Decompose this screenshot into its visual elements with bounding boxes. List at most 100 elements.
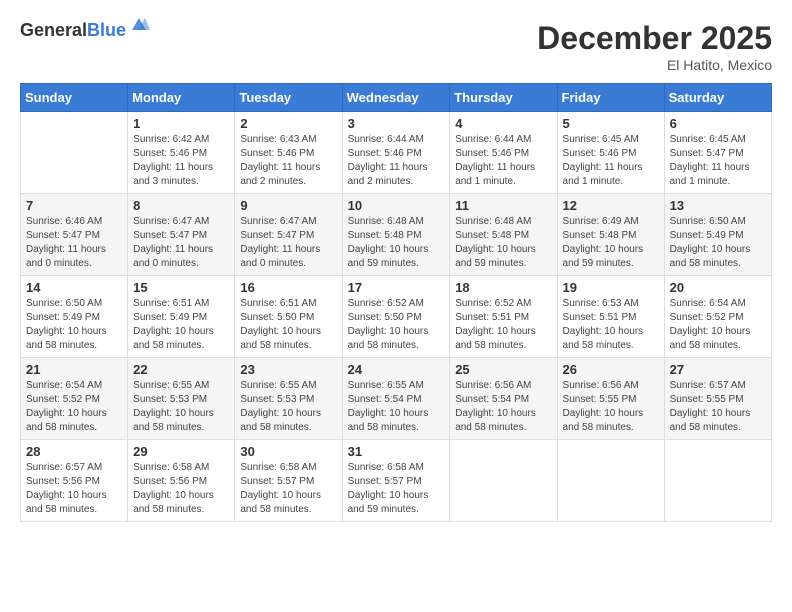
day-info: Sunrise: 6:48 AM Sunset: 5:48 PM Dayligh… [455, 215, 551, 271]
day-info: Sunrise: 6:58 AM Sunset: 5:57 PM Dayligh… [348, 461, 445, 517]
logo-icon [128, 16, 150, 34]
logo-text-general: General [20, 20, 87, 40]
day-number: 25 [455, 362, 551, 377]
table-row: 12 Sunrise: 6:49 AM Sunset: 5:48 PM Dayli… [557, 194, 664, 276]
day-info: Sunrise: 6:57 AM Sunset: 5:56 PM Dayligh… [26, 461, 122, 517]
calendar-week-row: 14Sunrise: 6:50 AM Sunset: 5:49 PM Dayli… [21, 276, 772, 358]
day-number: 16 [240, 280, 336, 295]
day-number: 4 [455, 116, 551, 131]
day-number: 18 [455, 280, 551, 295]
day-number: 31 [348, 444, 445, 459]
day-number: 7 [26, 198, 122, 213]
table-row: 24 Sunrise: 6:55 AM Sunset: 5:54 PM Dayli… [342, 358, 450, 440]
header-sunday: Sunday [21, 84, 128, 112]
calendar-week-row: 7 Sunrise: 6:46 AM Sunset: 5:47 PM Daylig… [21, 194, 772, 276]
table-row: 30 Sunrise: 6:58 AM Sunset: 5:57 PM Dayli… [235, 440, 342, 522]
day-number: 30 [240, 444, 336, 459]
day-info: Sunrise: 6:47 AM Sunset: 5:47 PM Dayligh… [133, 215, 229, 271]
header-friday: Friday [557, 84, 664, 112]
day-number: 6 [670, 116, 766, 131]
table-row: 18 Sunrise: 6:52 AM Sunset: 5:51 PM Dayli… [450, 276, 557, 358]
day-info: Sunrise: 6:45 AM Sunset: 5:47 PM Dayligh… [670, 133, 766, 189]
table-row: 9 Sunrise: 6:47 AM Sunset: 5:47 PM Daylig… [235, 194, 342, 276]
day-info: Sunrise: 6:55 AM Sunset: 5:53 PM Dayligh… [133, 379, 229, 435]
day-number: 19 [563, 280, 659, 295]
day-number: 1 [133, 116, 229, 131]
header-thursday: Thursday [450, 84, 557, 112]
table-row [450, 440, 557, 522]
day-number: 23 [240, 362, 336, 377]
day-number: 26 [563, 362, 659, 377]
table-row: 27 Sunrise: 6:57 AM Sunset: 5:55 PM Dayli… [664, 358, 771, 440]
day-info: Sunrise: 6:55 AM Sunset: 5:53 PM Dayligh… [240, 379, 336, 435]
table-row: 16Sunrise: 6:51 AM Sunset: 5:50 PM Dayli… [235, 276, 342, 358]
day-number: 2 [240, 116, 336, 131]
table-row: 28 Sunrise: 6:57 AM Sunset: 5:56 PM Dayli… [21, 440, 128, 522]
table-row: 3Sunrise: 6:44 AM Sunset: 5:46 PM Daylig… [342, 112, 450, 194]
table-row: 10Sunrise: 6:48 AM Sunset: 5:48 PM Dayli… [342, 194, 450, 276]
table-row: 22 Sunrise: 6:55 AM Sunset: 5:53 PM Dayli… [128, 358, 235, 440]
day-info: Sunrise: 6:46 AM Sunset: 5:47 PM Dayligh… [26, 215, 122, 271]
day-info: Sunrise: 6:45 AM Sunset: 5:46 PM Dayligh… [563, 133, 659, 189]
title-area: December 2025 El Hatito, Mexico [537, 20, 772, 73]
day-number: 3 [348, 116, 445, 131]
day-number: 24 [348, 362, 445, 377]
table-row: 1Sunrise: 6:42 AM Sunset: 5:46 PM Daylig… [128, 112, 235, 194]
day-info: Sunrise: 6:57 AM Sunset: 5:55 PM Dayligh… [670, 379, 766, 435]
table-row: 2 Sunrise: 6:43 AM Sunset: 5:46 PM Daylig… [235, 112, 342, 194]
day-number: 14 [26, 280, 122, 295]
header-monday: Monday [128, 84, 235, 112]
table-row: 6 Sunrise: 6:45 AM Sunset: 5:47 PM Daylig… [664, 112, 771, 194]
table-row: 11Sunrise: 6:48 AM Sunset: 5:48 PM Dayli… [450, 194, 557, 276]
day-info: Sunrise: 6:48 AM Sunset: 5:48 PM Dayligh… [348, 215, 445, 271]
table-row: 13Sunrise: 6:50 AM Sunset: 5:49 PM Dayli… [664, 194, 771, 276]
day-info: Sunrise: 6:56 AM Sunset: 5:54 PM Dayligh… [455, 379, 551, 435]
calendar-table: Sunday Monday Tuesday Wednesday Thursday… [20, 83, 772, 522]
table-row: 4 Sunrise: 6:44 AM Sunset: 5:46 PM Daylig… [450, 112, 557, 194]
location-title: El Hatito, Mexico [537, 57, 772, 73]
table-row [557, 440, 664, 522]
table-row: 31 Sunrise: 6:58 AM Sunset: 5:57 PM Dayli… [342, 440, 450, 522]
day-number: 22 [133, 362, 229, 377]
table-row: 26 Sunrise: 6:56 AM Sunset: 5:55 PM Dayli… [557, 358, 664, 440]
day-number: 27 [670, 362, 766, 377]
day-info: Sunrise: 6:43 AM Sunset: 5:46 PM Dayligh… [240, 133, 336, 189]
day-number: 12 [563, 198, 659, 213]
day-info: Sunrise: 6:56 AM Sunset: 5:55 PM Dayligh… [563, 379, 659, 435]
logo-text-blue: Blue [87, 20, 126, 40]
table-row: 20Sunrise: 6:54 AM Sunset: 5:52 PM Dayli… [664, 276, 771, 358]
day-info: Sunrise: 6:54 AM Sunset: 5:52 PM Dayligh… [26, 379, 122, 435]
day-info: Sunrise: 6:53 AM Sunset: 5:51 PM Dayligh… [563, 297, 659, 353]
day-info: Sunrise: 6:47 AM Sunset: 5:47 PM Dayligh… [240, 215, 336, 271]
table-row: 7 Sunrise: 6:46 AM Sunset: 5:47 PM Daylig… [21, 194, 128, 276]
calendar-week-row: 1Sunrise: 6:42 AM Sunset: 5:46 PM Daylig… [21, 112, 772, 194]
table-row: 29Sunrise: 6:58 AM Sunset: 5:56 PM Dayli… [128, 440, 235, 522]
table-row: 8 Sunrise: 6:47 AM Sunset: 5:47 PM Daylig… [128, 194, 235, 276]
day-number: 20 [670, 280, 766, 295]
day-info: Sunrise: 6:52 AM Sunset: 5:50 PM Dayligh… [348, 297, 445, 353]
header-tuesday: Tuesday [235, 84, 342, 112]
day-number: 17 [348, 280, 445, 295]
table-row: 21 Sunrise: 6:54 AM Sunset: 5:52 PM Dayli… [21, 358, 128, 440]
header-saturday: Saturday [664, 84, 771, 112]
day-info: Sunrise: 6:55 AM Sunset: 5:54 PM Dayligh… [348, 379, 445, 435]
day-number: 9 [240, 198, 336, 213]
table-row [664, 440, 771, 522]
day-number: 21 [26, 362, 122, 377]
page-header: GeneralBlue December 2025 El Hatito, Mex… [20, 20, 772, 73]
day-info: Sunrise: 6:58 AM Sunset: 5:57 PM Dayligh… [240, 461, 336, 517]
day-number: 8 [133, 198, 229, 213]
calendar-header-row: Sunday Monday Tuesday Wednesday Thursday… [21, 84, 772, 112]
day-info: Sunrise: 6:51 AM Sunset: 5:49 PM Dayligh… [133, 297, 229, 353]
table-row [21, 112, 128, 194]
month-title: December 2025 [537, 20, 772, 57]
table-row: 14Sunrise: 6:50 AM Sunset: 5:49 PM Dayli… [21, 276, 128, 358]
calendar-week-row: 21 Sunrise: 6:54 AM Sunset: 5:52 PM Dayli… [21, 358, 772, 440]
day-info: Sunrise: 6:49 AM Sunset: 5:48 PM Dayligh… [563, 215, 659, 271]
table-row: 5 Sunrise: 6:45 AM Sunset: 5:46 PM Daylig… [557, 112, 664, 194]
day-info: Sunrise: 6:44 AM Sunset: 5:46 PM Dayligh… [455, 133, 551, 189]
day-number: 5 [563, 116, 659, 131]
table-row: 19 Sunrise: 6:53 AM Sunset: 5:51 PM Dayli… [557, 276, 664, 358]
day-info: Sunrise: 6:52 AM Sunset: 5:51 PM Dayligh… [455, 297, 551, 353]
day-number: 28 [26, 444, 122, 459]
